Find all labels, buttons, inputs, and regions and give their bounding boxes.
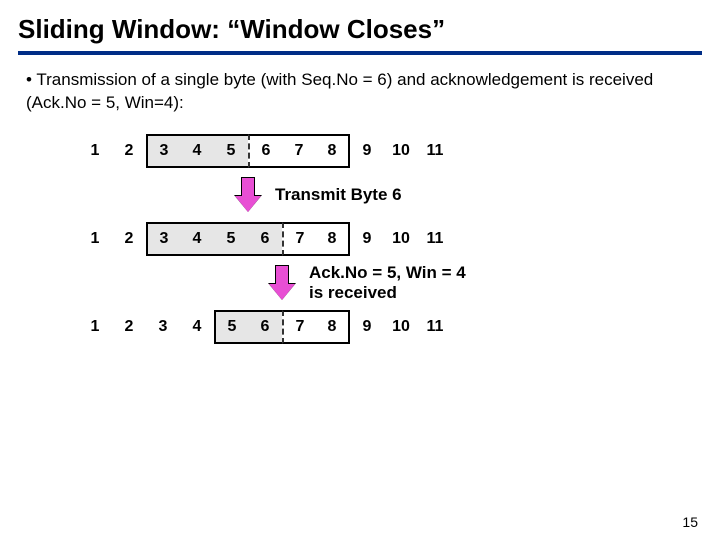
seq-cell: 9 bbox=[350, 134, 384, 168]
title-main: Sliding Window: bbox=[18, 14, 220, 44]
seq-cell: 2 bbox=[112, 222, 146, 256]
seq-cell: 1 bbox=[78, 310, 112, 344]
sliding-window-diagram: 1234567891011 Transmit Byte 6 1234567891… bbox=[78, 133, 702, 345]
arrow-row-2: Ack.No = 5, Win = 4 is received bbox=[78, 263, 702, 303]
down-arrow-icon bbox=[235, 175, 261, 215]
down-arrow-icon bbox=[269, 263, 295, 303]
seq-cell: 9 bbox=[350, 310, 384, 344]
seq-cell: 7 bbox=[282, 310, 316, 344]
seq-cell: 6 bbox=[248, 134, 282, 168]
seq-cell: 6 bbox=[248, 310, 282, 344]
seq-cell: 11 bbox=[418, 310, 452, 344]
seq-cell: 6 bbox=[248, 222, 282, 256]
seq-cell: 3 bbox=[146, 134, 180, 168]
bullet-text: • Transmission of a single byte (with Se… bbox=[26, 69, 694, 115]
seq-cell: 4 bbox=[180, 310, 214, 344]
caption-transmit: Transmit Byte 6 bbox=[275, 185, 402, 205]
seq-cell: 10 bbox=[384, 134, 418, 168]
seq-cell: 1 bbox=[78, 222, 112, 256]
seq-cell: 10 bbox=[384, 310, 418, 344]
title-sub: “Window Closes” bbox=[227, 14, 445, 44]
seq-cell: 9 bbox=[350, 222, 384, 256]
window-state-row-3: 1234567891011 bbox=[78, 309, 702, 345]
seq-cell: 11 bbox=[418, 134, 452, 168]
seq-cell: 3 bbox=[146, 222, 180, 256]
seq-cell: 5 bbox=[214, 310, 248, 344]
seq-cell: 4 bbox=[180, 134, 214, 168]
slide-title: Sliding Window: “Window Closes” bbox=[18, 14, 702, 45]
seq-cell: 2 bbox=[112, 134, 146, 168]
window-state-row-2: 1234567891011 bbox=[78, 221, 702, 257]
seq-cell: 5 bbox=[214, 222, 248, 256]
seq-cell: 5 bbox=[214, 134, 248, 168]
seq-cell: 8 bbox=[316, 222, 350, 256]
seq-cell: 8 bbox=[316, 134, 350, 168]
title-divider bbox=[18, 51, 702, 55]
seq-cell: 8 bbox=[316, 310, 350, 344]
window-state-row-1: 1234567891011 bbox=[78, 133, 702, 169]
seq-cell: 1 bbox=[78, 134, 112, 168]
seq-cell: 11 bbox=[418, 222, 452, 256]
seq-cell: 2 bbox=[112, 310, 146, 344]
seq-cell: 3 bbox=[146, 310, 180, 344]
page-number: 15 bbox=[682, 514, 698, 530]
caption-ack: Ack.No = 5, Win = 4 is received bbox=[309, 263, 466, 302]
seq-cell: 7 bbox=[282, 134, 316, 168]
seq-cell: 10 bbox=[384, 222, 418, 256]
arrow-row-1: Transmit Byte 6 bbox=[78, 175, 702, 215]
seq-cell: 7 bbox=[282, 222, 316, 256]
seq-cell: 4 bbox=[180, 222, 214, 256]
